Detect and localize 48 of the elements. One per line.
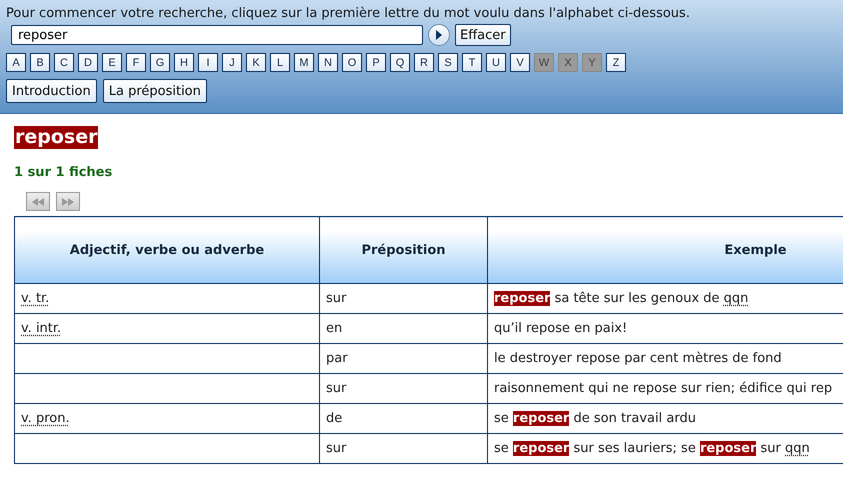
letter-button[interactable]: D xyxy=(78,53,98,72)
table-cell: par xyxy=(320,344,488,374)
letter-button[interactable]: L xyxy=(270,53,290,72)
letter-button[interactable]: R xyxy=(414,53,434,72)
letter-button[interactable]: I xyxy=(198,53,218,72)
table-cell: v. intr. xyxy=(14,314,320,344)
letter-button[interactable]: U xyxy=(486,53,506,72)
nav-button[interactable]: Introduction xyxy=(6,79,97,103)
letter-button[interactable]: P xyxy=(366,53,386,72)
letter-button[interactable]: S xyxy=(438,53,458,72)
column-header: Préposition xyxy=(320,216,488,284)
result-count: 1 sur 1 fiches xyxy=(14,165,114,180)
letter-button[interactable]: K xyxy=(246,53,266,72)
table-cell: v. tr. xyxy=(14,284,320,314)
letter-button[interactable]: C xyxy=(54,53,74,72)
letter-button[interactable]: A xyxy=(6,53,26,72)
letter-button[interactable]: M xyxy=(294,53,314,72)
clear-button[interactable]: Effacer xyxy=(455,24,511,46)
table-cell: sur xyxy=(320,374,488,404)
table-cell: en xyxy=(320,314,488,344)
letter-button[interactable]: H xyxy=(174,53,194,72)
letter-button[interactable]: T xyxy=(462,53,482,72)
letter-button[interactable]: Z xyxy=(606,53,626,72)
letter-button[interactable]: B xyxy=(30,53,50,72)
letter-button[interactable]: G xyxy=(150,53,170,72)
rewind-icon xyxy=(32,198,44,206)
nav-button[interactable]: La préposition xyxy=(102,79,207,103)
table-cell: sur xyxy=(320,434,488,464)
entry-title: reposer xyxy=(14,126,98,149)
go-button[interactable] xyxy=(428,24,450,46)
letter-button[interactable]: J xyxy=(222,53,242,72)
search-field[interactable]: reposer xyxy=(11,25,423,45)
letter-button[interactable]: F xyxy=(126,53,146,72)
play-icon xyxy=(435,30,443,40)
letter-button[interactable]: E xyxy=(102,53,122,72)
column-header: Exemple xyxy=(488,216,843,284)
letter-button[interactable]: V xyxy=(510,53,530,72)
previous-button[interactable] xyxy=(26,192,50,211)
fast-forward-icon xyxy=(62,198,74,206)
letter-button[interactable]: O xyxy=(342,53,362,72)
letter-button[interactable]: Q xyxy=(390,53,410,72)
column-header: Adjectif, verbe ou adverbe xyxy=(14,216,320,284)
letter-button[interactable]: N xyxy=(318,53,338,72)
instruction-text: Pour commencer votre recherche, cliquez sur la première lettre du mot voulu dans l'alphabet ci-dessous. xyxy=(6,6,691,21)
table-cell: de xyxy=(320,404,488,434)
next-button[interactable] xyxy=(56,192,80,211)
table-cell: sur xyxy=(320,284,488,314)
table-cell: v. pron. xyxy=(14,404,320,434)
